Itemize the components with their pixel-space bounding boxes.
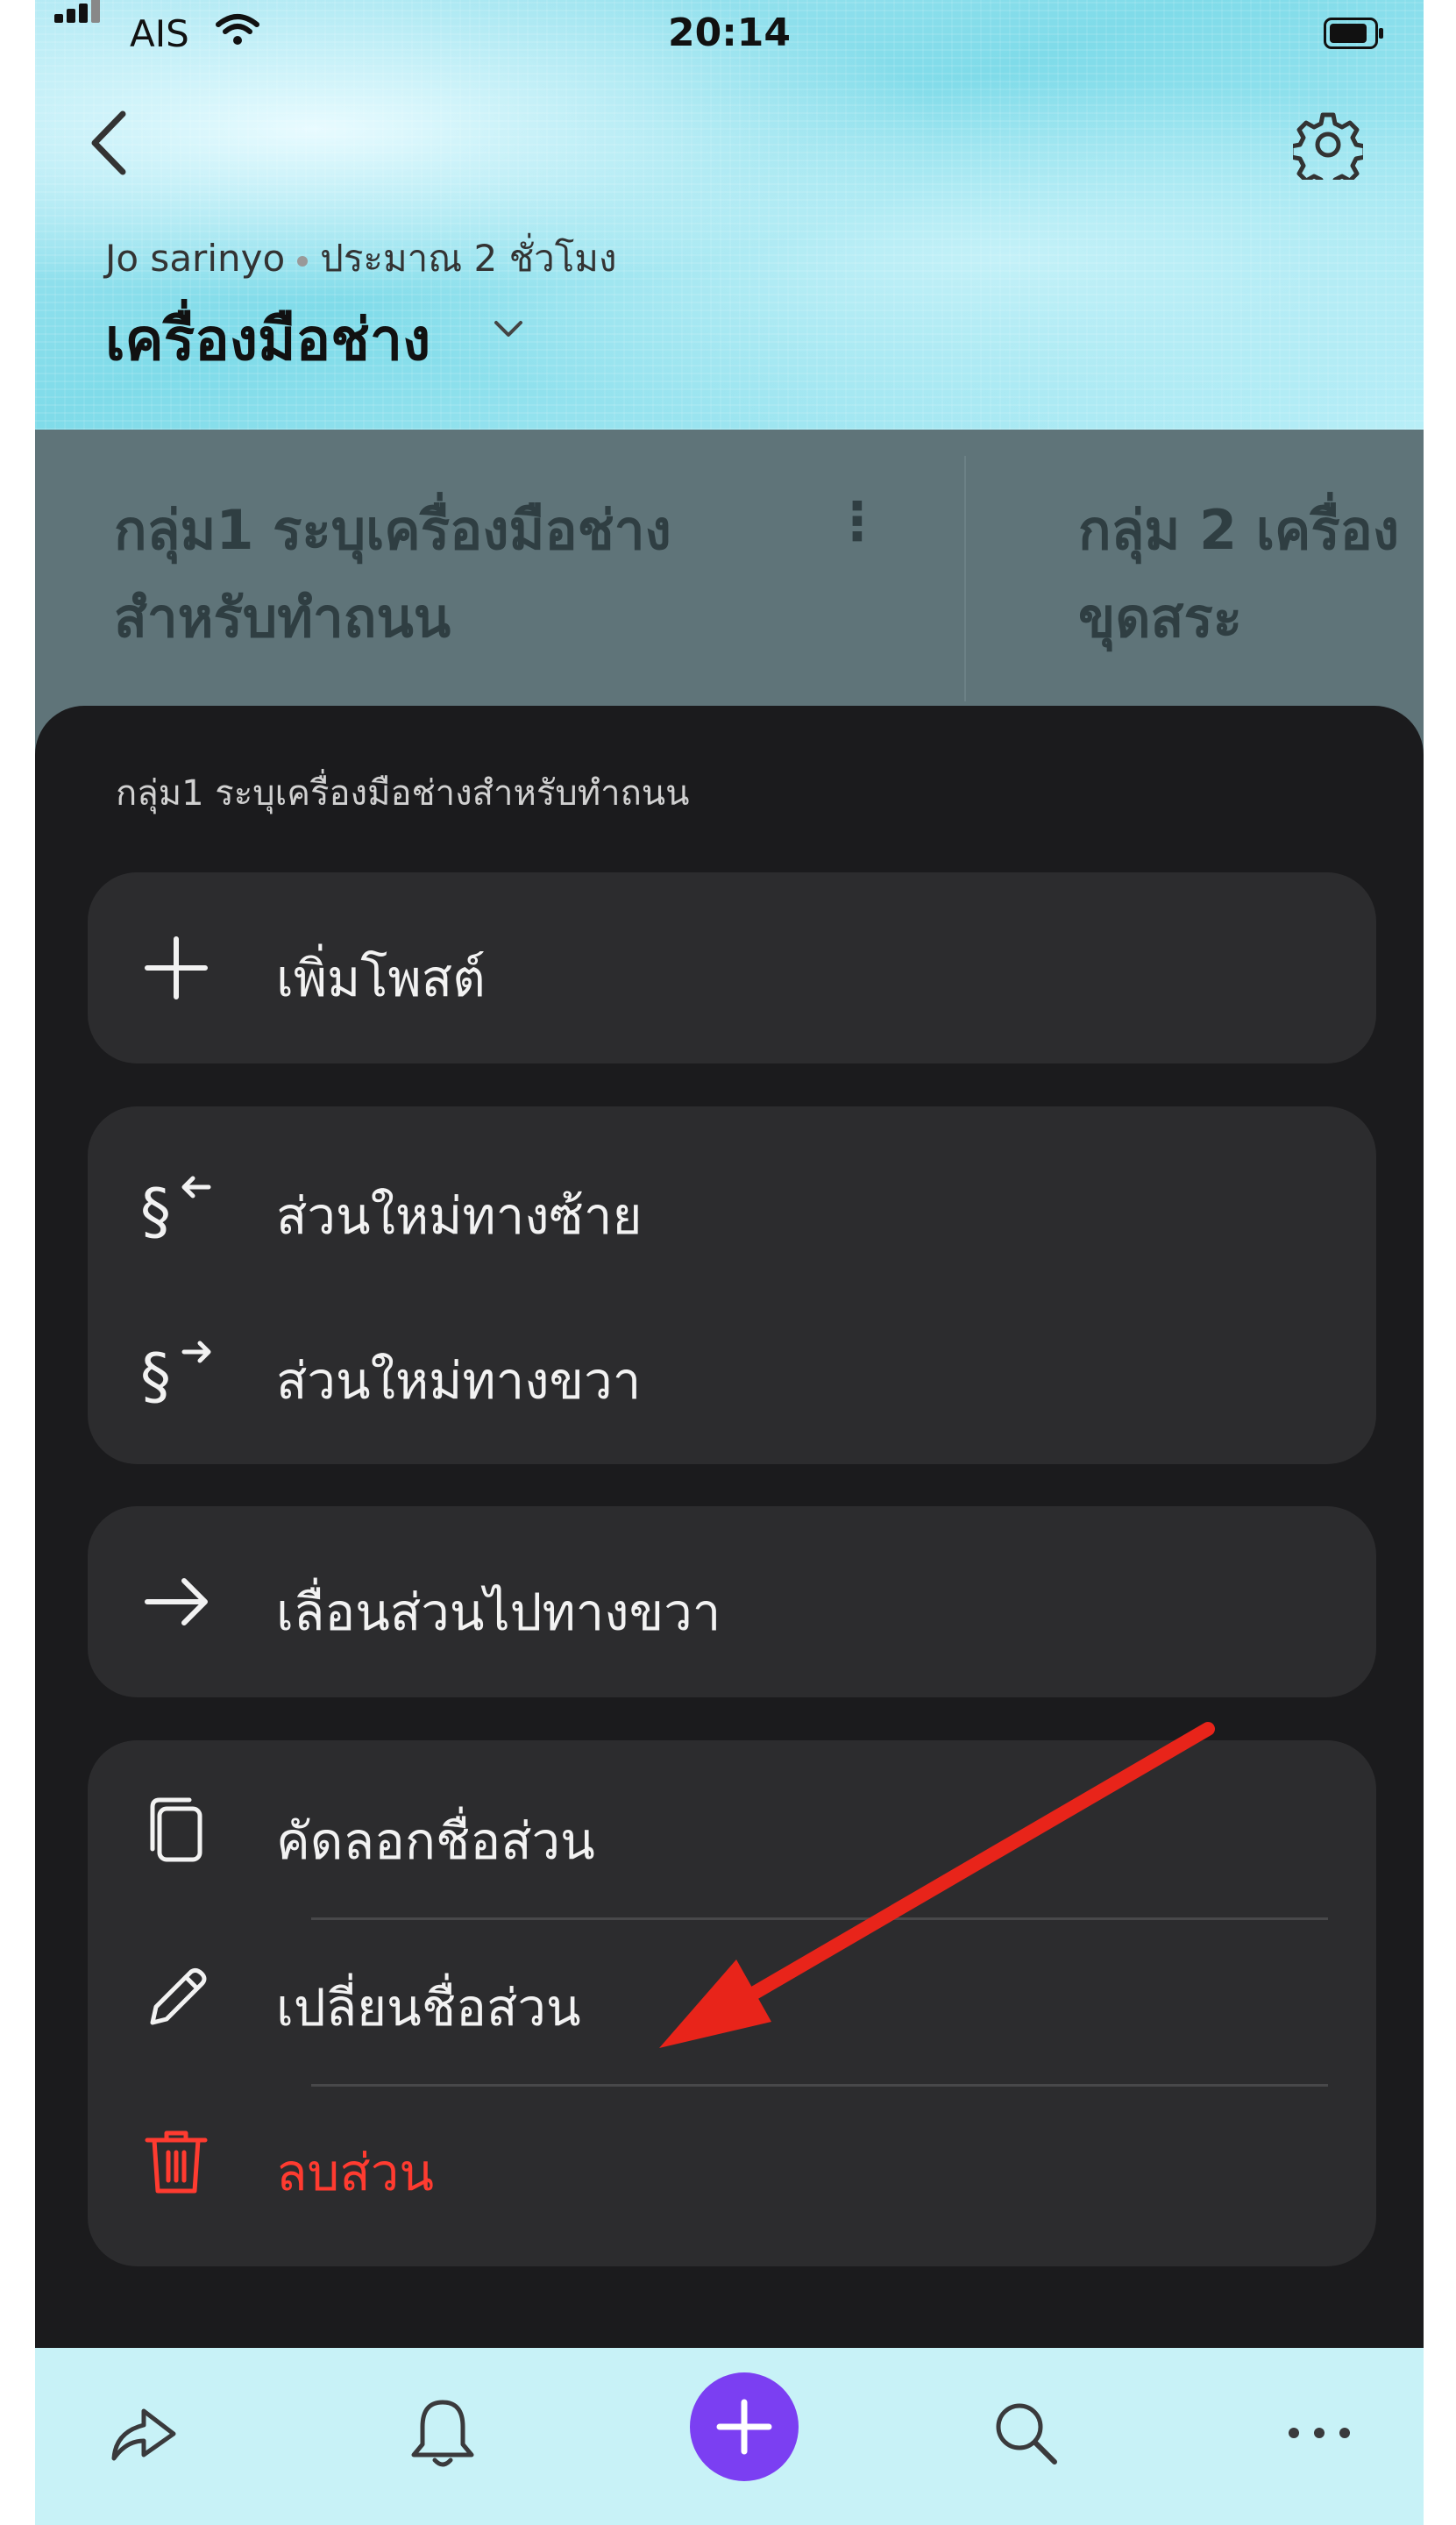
arrow-right-icon bbox=[145, 1578, 208, 1625]
copy-icon bbox=[150, 1797, 202, 1862]
search-icon[interactable] bbox=[986, 2393, 1065, 2472]
new-section-card: § ส่วนใหม่ทางซ้าย § ส่วนใหม่ทางขวา bbox=[88, 1106, 1376, 1464]
author-name: Jo sarinyo bbox=[105, 237, 286, 280]
svg-text:§: § bbox=[140, 1341, 171, 1406]
column-2-title-line2: ขุดสระ bbox=[1078, 586, 1243, 650]
column-1-title-line1: กลุ่ม1 ระบุเครื่องมือช่าง bbox=[114, 498, 671, 562]
app-screen: AIS 20:14 Jo sarinyo ประมาณ 2 ชั่วโมง เคร… bbox=[35, 0, 1424, 2525]
more-icon[interactable] bbox=[1280, 2393, 1359, 2472]
rename-section-label: เปลี่ยนชื่อส่วน bbox=[276, 1978, 581, 2038]
pencil-icon bbox=[150, 1967, 207, 2025]
add-post-button[interactable]: เพิ่มโพสต์ bbox=[88, 886, 1376, 1049]
clock: 20:14 bbox=[667, 11, 792, 55]
move-section-right-button[interactable]: เลื่อนส่วนไปทางขวา bbox=[88, 1520, 1376, 1683]
new-section-left-button[interactable]: § ส่วนใหม่ทางซ้าย bbox=[88, 1124, 1376, 1287]
plus-icon bbox=[145, 936, 208, 999]
bottom-tab-bar bbox=[35, 2348, 1424, 2525]
time-ago: ประมาณ 2 ชั่วโมง bbox=[320, 237, 617, 280]
back-icon[interactable] bbox=[79, 103, 140, 182]
board-meta: Jo sarinyo ประมาณ 2 ชั่วโมง bbox=[105, 230, 616, 288]
new-section-right-button[interactable]: § ส่วนใหม่ทางขวา bbox=[88, 1289, 1376, 1452]
add-icon bbox=[716, 2399, 772, 2455]
move-section-right-label: เลื่อนส่วนไปทางขวา bbox=[276, 1583, 721, 1642]
board-header: AIS 20:14 Jo sarinyo ประมาณ 2 ชั่วโมง เคร… bbox=[35, 0, 1424, 430]
separator-dot bbox=[297, 255, 309, 267]
column-divider bbox=[964, 456, 966, 701]
svg-text:§: § bbox=[140, 1176, 171, 1241]
add-post-card: เพิ่มโพสต์ bbox=[88, 872, 1376, 1063]
column-2-title-line1: กลุ่ม 2 เครื่อง bbox=[1078, 498, 1400, 562]
trash-icon bbox=[145, 2130, 208, 2194]
status-bar: AIS 20:14 bbox=[35, 0, 1424, 70]
delete-section-button[interactable]: ลบส่วน bbox=[88, 2080, 1376, 2244]
section-left-icon: § bbox=[140, 1176, 211, 1241]
column-1-title-line2: สำหรับทำถนน bbox=[114, 586, 451, 650]
copy-section-name-label: คัดลอกชื่อส่วน bbox=[276, 1811, 595, 1871]
share-icon[interactable] bbox=[103, 2393, 182, 2472]
add-post-label: เพิ่มโพสต์ bbox=[276, 949, 486, 1008]
chevron-down-icon[interactable] bbox=[491, 316, 526, 342]
bell-icon[interactable] bbox=[403, 2393, 482, 2472]
add-button[interactable] bbox=[690, 2372, 799, 2481]
move-section-card: เลื่อนส่วนไปทางขวา bbox=[88, 1506, 1376, 1697]
new-section-right-label: ส่วนใหม่ทางขวา bbox=[276, 1351, 642, 1411]
new-section-left-label: ส่วนใหม่ทางซ้าย bbox=[276, 1186, 643, 1246]
gear-icon[interactable] bbox=[1293, 110, 1363, 180]
sheet-title: กลุ่ม1 ระบุเครื่องมือช่างสำหรับทำถนน bbox=[116, 773, 690, 814]
column-1-title[interactable]: กลุ่ม1 ระบุเครื่องมือช่าง สำหรับทำถนน bbox=[114, 487, 798, 662]
copy-section-name-button[interactable]: คัดลอกชื่อส่วน bbox=[88, 1749, 1376, 1912]
section-edit-card: คัดลอกชื่อส่วน เปลี่ยนชื่อส่วน ลบส่วน bbox=[88, 1740, 1376, 2266]
section-right-icon: § bbox=[140, 1341, 211, 1406]
rename-section-button[interactable]: เปลี่ยนชื่อส่วน bbox=[88, 1916, 1376, 2079]
delete-section-label: ลบส่วน bbox=[276, 2143, 434, 2202]
battery-icon bbox=[1324, 18, 1383, 49]
column-menu-icon[interactable]: ⋮ bbox=[831, 491, 884, 552]
column-2-title[interactable]: กลุ่ม 2 เครื่อง ขุดสระ bbox=[1078, 487, 1424, 662]
board-title[interactable]: เครื่องมือช่าง bbox=[105, 294, 430, 386]
